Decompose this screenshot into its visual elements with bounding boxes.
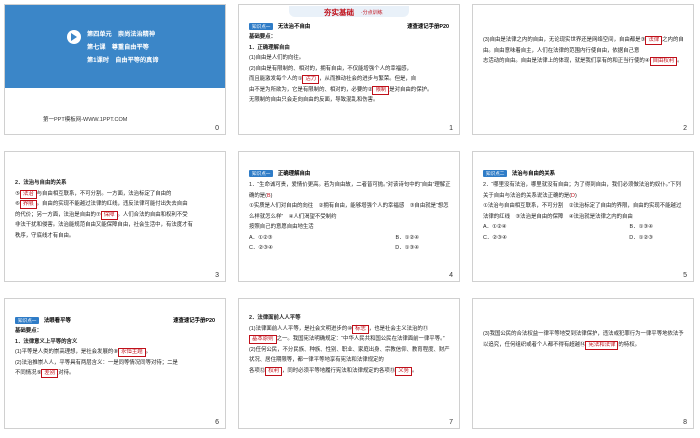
slide-thumbnail-5[interactable]: 知识点二 法治与自由的关系 2．“哪里没有法治，哪里就没有自由；为了得到自由，我… xyxy=(472,151,694,282)
answer-blank: 义务 xyxy=(395,366,412,376)
choice: A．①②③ xyxy=(249,234,273,241)
unit-title: 第四单元 崇尚法治精神 xyxy=(87,31,156,38)
section-title: 正确理解自由 xyxy=(277,171,311,177)
answer-blank: 差别 xyxy=(41,369,59,378)
answer-blank: 宪法和法律 xyxy=(585,340,619,350)
slide-number: 2 xyxy=(683,125,687,132)
slide-thumbnail-4[interactable]: 知识点一 正确理解自由 1．“生命诚可贵，爱情价更高。若为自由故，二者皆可抛。”… xyxy=(238,151,460,282)
reference: 速查速记手册P20 xyxy=(407,24,449,30)
cover-bottom-area xyxy=(5,88,225,134)
section-title: 法治与自由的关系 xyxy=(511,171,556,177)
answer-blank: 法律 xyxy=(645,36,663,45)
choice: B．①③④ xyxy=(629,224,653,230)
slide-thumbnail-2[interactable]: (3)自由是法律之内的自由，无论现实世界还是网络空间，自由都是③ 法律 之内的自由。… xyxy=(472,4,694,135)
choice: D．①③④ xyxy=(395,245,419,251)
slide-body: 2．“哪里没有法治，哪里就没有自由；为了得到自由，我们必须做法治的奴仆。”下列关… xyxy=(483,180,685,243)
answer-blank: 限制 xyxy=(372,85,390,95)
slide-number: 3 xyxy=(215,272,219,279)
slide-body: 基础要点： 1．法律意义上平等的含义 (1)平等是人类的崇高理想，是社会发展的⑧… xyxy=(15,328,178,378)
slide-thumbnail-7[interactable]: 2．法律面前人人平等 (1)法律面前人人平等，是社会文明进步的⑩ 标志 ，也是社会主… xyxy=(238,298,460,429)
header-subtitle: ·分点训练 xyxy=(361,10,383,16)
slide-thumbnail-8[interactable]: (3)我国公民的合法权益一律平等地受到法律保护，违法或犯罪行为一律平等地依法予以… xyxy=(472,298,694,429)
choice: C．②③④ xyxy=(483,234,507,241)
slide-body: 2．法治与自由的关系 ⑤ 法治 与自由相互联系，不可分割。一方面，法治标定了自由的 … xyxy=(15,180,193,239)
knowledge-tag: 知识点二 xyxy=(483,170,508,177)
section-row: 知识点一 正确理解自由 xyxy=(249,169,449,177)
section-title: 法眼看平等 xyxy=(43,318,71,324)
slide-body: 1．“生命诚可贵，爱情价更高。若为自由故，二者皆可抛。”对该诗句中的“自由”理解… xyxy=(249,180,451,254)
answer-blank: 界限 xyxy=(19,200,37,209)
header-title: 夯实基础 xyxy=(324,8,354,17)
slide-body: 基础要点： 1．正确理解自由 (1)自由是人们的向往。 (2)自由是有限制的、相… xyxy=(249,34,433,103)
slide-body: 2．法律面前人人平等 (1)法律面前人人平等，是社会文明进步的⑩ 标志 ，也是社会主… xyxy=(249,315,450,376)
slide-thumbnail-1[interactable]: 夯实基础 ·分点训练 知识点一 无法治不自由 速查速记手册P20 基础要点： 1… xyxy=(238,4,460,135)
slide-number: 1 xyxy=(449,125,453,132)
answer-blank: 权利 xyxy=(265,366,282,376)
section-title: 无法治不自由 xyxy=(277,24,311,30)
slide-number: 6 xyxy=(215,419,219,426)
lesson-title: 第七课 尊重自由平等 xyxy=(87,44,149,51)
slide-thumbnail-3[interactable]: 2．法治与自由的关系 ⑤ 法治 与自由相互联系，不可分割。一方面，法治标定了自由的 … xyxy=(4,151,226,282)
slide-number: 7 xyxy=(449,419,453,426)
section-row: 知识点一 法眼看平等 速查速记手册P20 xyxy=(15,316,215,324)
slide-body: (3)自由是法律之内的自由，无论现实世界还是网络空间，自由都是③ 法律 之内的自由。… xyxy=(483,36,684,66)
slide-thumbnail-0[interactable]: 第四单元 崇尚法治精神 第七课 尊重自由平等 第1课时 自由平等的真谛 第一PP… xyxy=(4,4,226,135)
answer-blank: 基本原则 xyxy=(249,335,277,344)
period-title: 第1课时 自由平等的真谛 xyxy=(87,57,159,64)
answer-blank: 永恒主题 xyxy=(118,348,146,357)
knowledge-tag: 知识点一 xyxy=(249,23,274,30)
reference: 速查速记手册P20 xyxy=(173,318,215,324)
answer-blank: 法治 xyxy=(19,189,37,199)
choice: A．①②④ xyxy=(483,224,507,230)
answer-blank: 保障 xyxy=(100,210,118,220)
knowledge-tag: 知识点一 xyxy=(249,170,274,177)
answer-blank: 活力 xyxy=(302,75,320,84)
slide-header: 夯实基础 ·分点训练 xyxy=(289,6,409,19)
slide-thumbnail-6[interactable]: 知识点一 法眼看平等 速查速记手册P20 基础要点： 1．法律意义上平等的含义 … xyxy=(4,298,226,429)
choice: C．②③④ xyxy=(249,245,273,251)
slide-number: 5 xyxy=(683,272,687,279)
section-row: 知识点二 法治与自由的关系 xyxy=(483,169,683,177)
choice: B．①②④ xyxy=(395,234,419,241)
slide-number: 0 xyxy=(215,125,219,132)
answer-blank: 标志 xyxy=(352,324,369,334)
slide-number: 8 xyxy=(683,419,687,426)
section-row: 知识点一 无法治不自由 速查速记手册P20 xyxy=(249,22,449,30)
slide-number: 4 xyxy=(449,272,453,279)
knowledge-tag: 知识点一 xyxy=(15,317,40,324)
site-watermark: 第一PPT模板网-WWW.1PPT.COM xyxy=(43,117,128,123)
answer-blank: 自由权利 xyxy=(649,57,678,66)
choice: D．①②③ xyxy=(629,234,653,241)
slide-body: (3)我国公民的合法权益一律平等地受到法律保护，违法或犯罪行为一律平等地依法予以… xyxy=(483,331,684,350)
play-icon xyxy=(67,30,81,44)
